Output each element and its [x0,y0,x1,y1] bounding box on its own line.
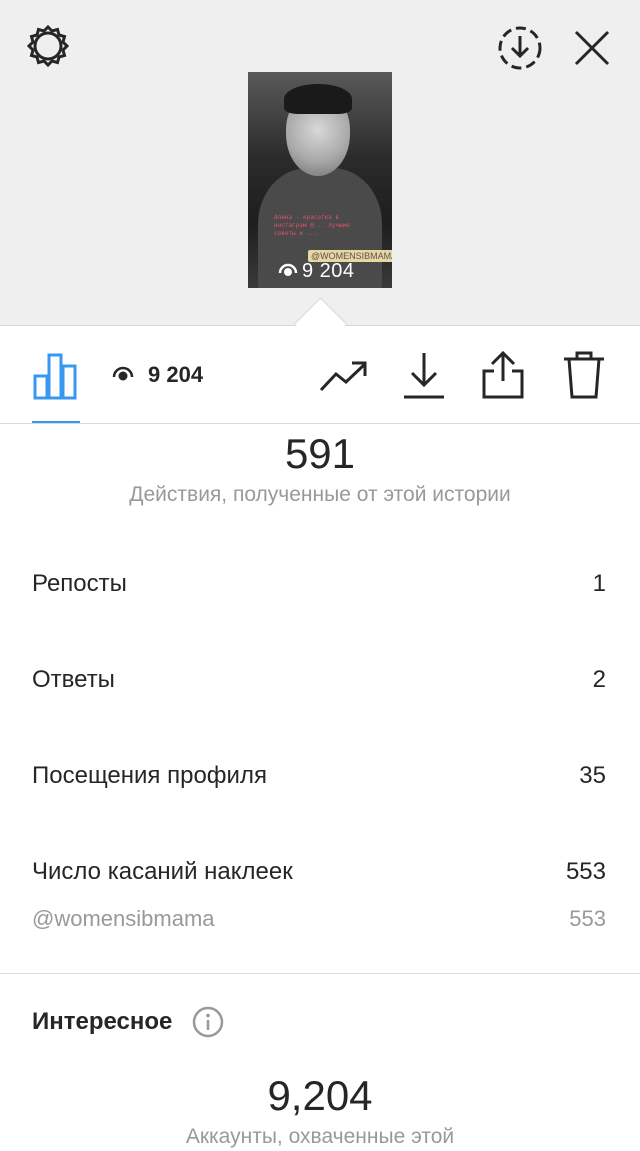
interactions-total: 591 [284,430,356,477]
thumbnail-person-hair [284,84,352,114]
toolbar-divider [0,423,640,424]
row-value: 1 [592,570,606,597]
bar-chart-icon[interactable] [30,350,82,402]
reach-caption: Аккаунты, охваченные этой [185,1125,455,1148]
views-count-value: 9 204 [148,362,204,387]
thumbnail-caption: Алина - красотка в инстаграм @... лучшие… [274,214,350,237]
info-icon[interactable] [192,1006,224,1038]
row-label: Число касаний наклеек [32,858,293,885]
close-icon[interactable] [568,22,616,74]
views-count[interactable]: 9 204 [112,362,203,388]
thumbnail-views: 9 204 [278,260,355,283]
discovery-section-title: Интересное [32,1006,224,1038]
share-icon[interactable] [478,348,528,402]
row-value: 553 [569,906,606,931]
interactions-caption: Действия, полученные от этой истории [129,483,511,506]
interaction-row-reposts: Репосты 1 [32,570,606,598]
discovery-title: Интересное [32,1008,173,1035]
settings-gear-icon[interactable] [20,20,76,76]
section-divider [0,973,640,974]
reach-total: 9,204 [267,1072,373,1119]
row-label: Ответы [32,666,115,693]
row-value: 35 [579,762,606,789]
thumbnail-eye-icon [278,260,298,283]
interaction-row-sticker-taps: Число касаний наклеек 553 [32,858,606,886]
row-label: @womensibmama [32,906,215,931]
eye-icon [112,362,134,388]
trash-icon[interactable] [558,348,610,402]
download-icon[interactable] [400,348,448,402]
sticker-row-mention[interactable]: @womensibmama 553 [32,906,606,932]
row-value: 2 [592,666,606,693]
download-circle-icon[interactable] [494,22,546,74]
row-value: 553 [565,858,606,885]
interaction-row-replies: Ответы 2 [32,666,606,694]
trending-up-icon[interactable] [316,352,372,400]
interaction-row-profile-visits: Посещения профиля 35 [32,762,606,790]
thumbnail-views-count: 9 204 [302,260,355,282]
story-thumbnail[interactable]: Алина - красотка в инстаграм @... лучшие… [248,72,392,288]
row-label: Посещения профиля [32,762,267,789]
row-label: Репосты [32,570,127,597]
